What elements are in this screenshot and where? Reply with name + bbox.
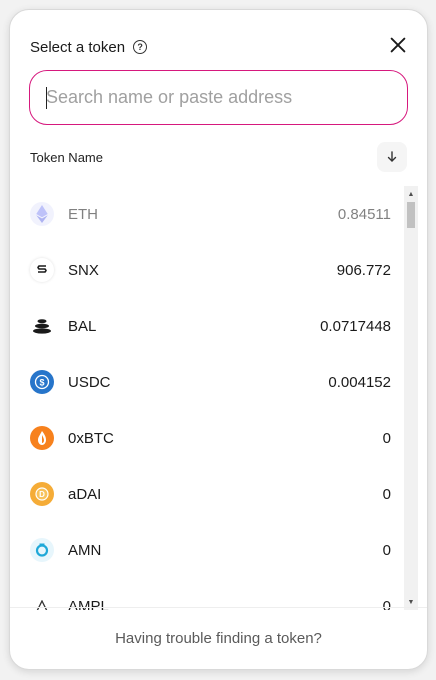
token-symbol: USDC: [68, 373, 111, 391]
snx-icon: [30, 258, 54, 282]
token-row-snx[interactable]: SNX 906.772: [10, 242, 427, 298]
sort-button[interactable]: [377, 142, 407, 172]
amn-icon: [30, 538, 54, 562]
token-symbol: aDAI: [68, 485, 102, 503]
token-row-ampl[interactable]: AMPL 0: [10, 578, 427, 610]
question-circle-icon[interactable]: ?: [133, 40, 148, 54]
token-select-modal: Select a token ? Token Name E: [9, 9, 428, 670]
usdc-icon: $: [30, 370, 54, 394]
token-row-0xbtc[interactable]: 0xBTC 0: [10, 410, 427, 466]
eth-icon: [30, 202, 54, 226]
search-box: [29, 70, 408, 125]
token-list: ETH 0.84511 SNX 906.772 BAL 0.0717448 $ …: [10, 186, 427, 610]
token-balance: 906.772: [336, 261, 391, 279]
scroll-up-arrow-icon[interactable]: ▲: [404, 188, 418, 200]
token-balance: 0: [382, 541, 391, 559]
list-header: Token Name: [30, 142, 407, 172]
token-balance: 0.004152: [328, 373, 391, 391]
text-caret: [46, 87, 47, 109]
modal-title: Select a token: [30, 38, 126, 56]
token-row-usdc[interactable]: $ USDC 0.004152: [10, 354, 427, 410]
0xbtc-icon: [30, 426, 54, 450]
token-row-eth[interactable]: ETH 0.84511: [10, 186, 427, 242]
token-symbol: BAL: [68, 317, 97, 335]
token-symbol: ETH: [68, 205, 98, 223]
token-symbol: 0xBTC: [68, 429, 114, 447]
modal-header: Select a token ?: [30, 36, 407, 58]
token-balance: 0: [382, 429, 391, 447]
search-input[interactable]: [46, 87, 407, 108]
svg-text:D: D: [39, 490, 45, 499]
token-balance: 0: [382, 485, 391, 503]
adai-icon: D: [30, 482, 54, 506]
list-scrollbar[interactable]: ▲ ▼: [404, 186, 418, 610]
close-icon[interactable]: [387, 34, 409, 56]
token-balance: 0.0717448: [320, 317, 391, 335]
modal-footer: Having trouble finding a token?: [10, 607, 427, 669]
column-label-token-name: Token Name: [30, 149, 103, 165]
arrow-down-icon: [387, 151, 397, 162]
token-row-adai[interactable]: D aDAI 0: [10, 466, 427, 522]
token-symbol: AMN: [68, 541, 102, 559]
trouble-finding-token-link[interactable]: Having trouble finding a token?: [115, 630, 322, 647]
bal-icon: [30, 314, 54, 338]
token-row-amn[interactable]: AMN 0: [10, 522, 427, 578]
token-row-bal[interactable]: BAL 0.0717448: [10, 298, 427, 354]
token-symbol: SNX: [68, 261, 99, 279]
scrollbar-thumb[interactable]: [407, 202, 415, 228]
token-balance: 0.84511: [337, 205, 391, 223]
svg-text:$: $: [39, 378, 44, 388]
